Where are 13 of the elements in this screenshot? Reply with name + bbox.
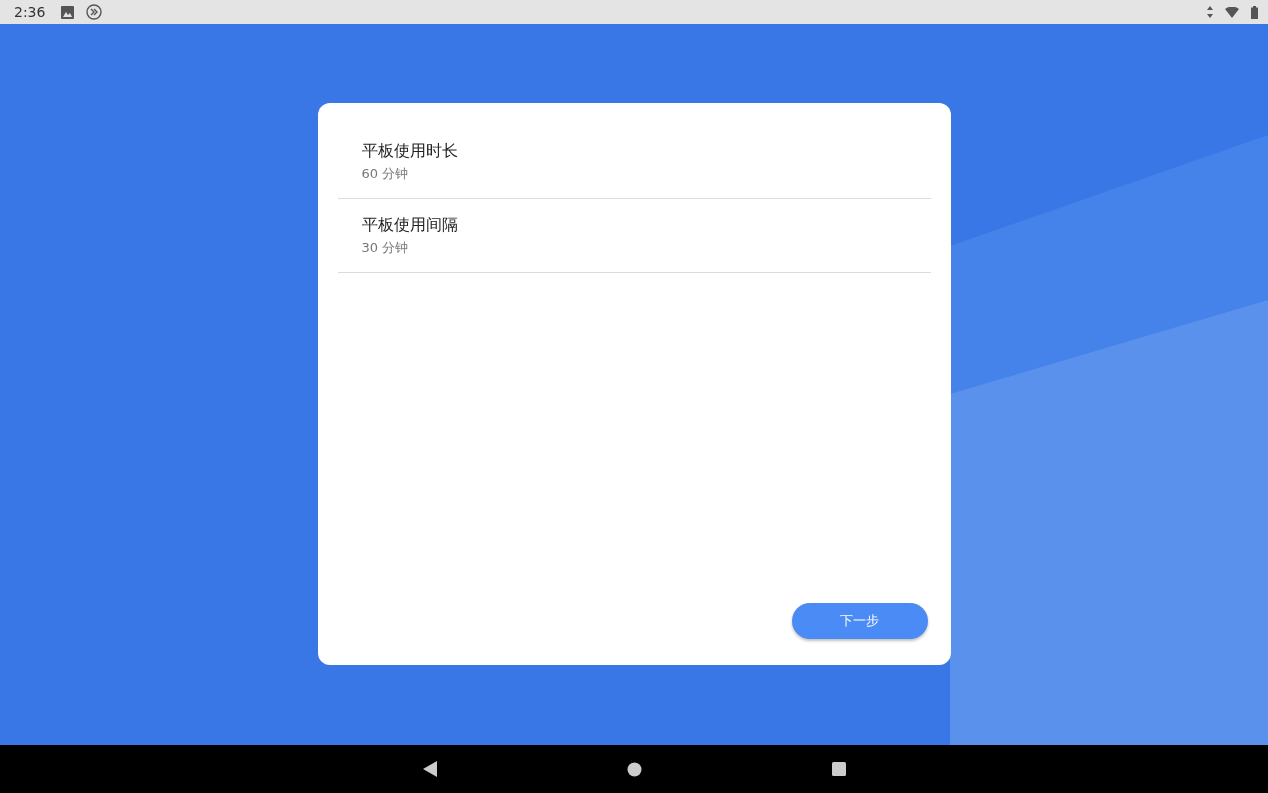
data-arrows-icon [1207,6,1213,18]
setting-title[interactable]: 平板使用间隔 [361,215,907,236]
status-time: 2:36 [14,4,46,20]
home-icon[interactable] [626,761,642,777]
back-icon[interactable] [422,761,437,777]
fast-forward-circle-icon [86,4,103,20]
setting-value: 60 分钟 [361,165,410,183]
setting-value: 30 分钟 [361,239,410,257]
wifi-icon [1225,6,1239,18]
recents-icon[interactable] [831,762,846,776]
battery-icon [1251,5,1258,19]
image-icon [61,5,75,19]
setting-title[interactable]: 平板使用时长 [361,141,907,162]
